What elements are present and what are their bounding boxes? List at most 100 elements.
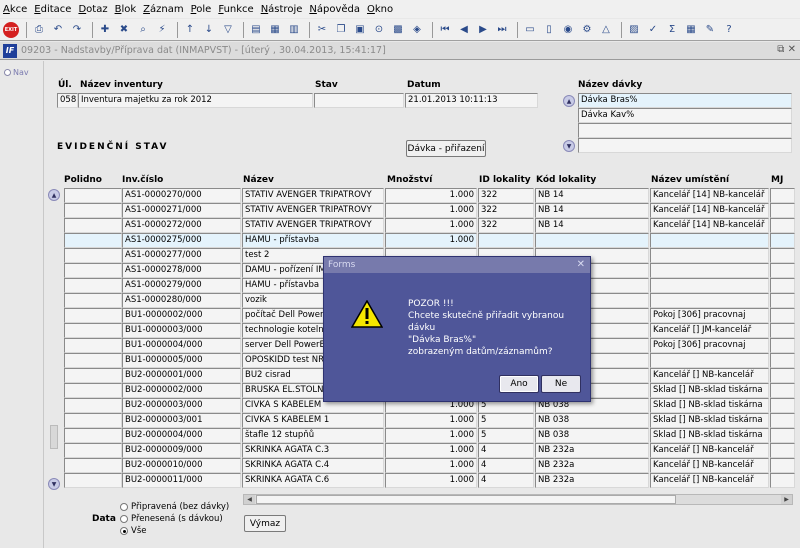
- cell-id-lokality[interactable]: 4: [478, 443, 534, 458]
- cell-polidno[interactable]: [64, 308, 122, 323]
- cell-nazev[interactable]: HAMU - přístavba: [242, 233, 384, 248]
- export-icon[interactable]: ▦: [267, 22, 283, 38]
- cell-inv[interactable]: BU2-0000001/000: [122, 368, 241, 383]
- vymaz-button[interactable]: Výmaz: [244, 515, 286, 532]
- cell-mj[interactable]: [770, 368, 795, 383]
- table-scroll-up-icon[interactable]: ▲: [48, 189, 60, 201]
- cell-inv[interactable]: BU2-0000003/000: [122, 398, 241, 413]
- menu-funkce[interactable]: Funkce: [218, 4, 253, 15]
- cell-umisteni[interactable]: Kancelář [14] NB-kancelář: [650, 188, 769, 203]
- ul-field[interactable]: 058: [57, 93, 78, 108]
- cell-nazev[interactable]: SKRINKA AGATA C.4: [242, 458, 384, 473]
- print-icon[interactable]: ▤: [248, 22, 264, 38]
- cell-mnozstvi[interactable]: 1.000: [385, 233, 477, 248]
- cell-id-lokality[interactable]: 4: [478, 473, 534, 488]
- cell-polidno[interactable]: [64, 278, 122, 293]
- menu-nastroje[interactable]: Nástroje: [261, 4, 303, 15]
- table-scroll-down-icon[interactable]: ▼: [48, 478, 60, 490]
- radio-pripravena[interactable]: Připravená (bez dávky): [120, 502, 229, 512]
- pencil-icon[interactable]: ✎: [702, 22, 718, 38]
- table-hscroll[interactable]: ◀ ▶: [243, 494, 793, 505]
- menu-napoveda[interactable]: Nápověda: [309, 4, 360, 15]
- menu-okno[interactable]: Okno: [367, 4, 393, 15]
- cell-polidno[interactable]: [64, 218, 122, 233]
- cell-kod-lokality[interactable]: NB 14: [535, 218, 649, 233]
- davky-scroll-up-icon[interactable]: ▲: [563, 95, 575, 107]
- cell-inv[interactable]: AS1-0000270/000: [122, 188, 241, 203]
- davka-item[interactable]: Dávka Kav%: [578, 108, 792, 123]
- cell-mj[interactable]: [770, 293, 795, 308]
- cell-mj[interactable]: [770, 248, 795, 263]
- cell-umisteni[interactable]: Sklad [] NB-sklad tiskárna: [650, 398, 769, 413]
- cell-umisteni[interactable]: [650, 278, 769, 293]
- last-record-icon[interactable]: ⏭: [494, 22, 510, 38]
- cell-polidno[interactable]: [64, 338, 122, 353]
- enter-query-icon[interactable]: ⌕: [135, 22, 151, 38]
- cell-polidno[interactable]: [64, 383, 122, 398]
- cell-umisteni[interactable]: Kancelář [] NB-kancelář: [650, 443, 769, 458]
- cell-mnozstvi[interactable]: 1.000: [385, 458, 477, 473]
- check-icon[interactable]: ✓: [645, 22, 661, 38]
- cell-kod-lokality[interactable]: [535, 233, 649, 248]
- cell-id-lokality[interactable]: 322: [478, 203, 534, 218]
- cell-inv[interactable]: BU1-0000003/000: [122, 323, 241, 338]
- cell-umisteni[interactable]: [650, 293, 769, 308]
- grid-icon[interactable]: ▦: [683, 22, 699, 38]
- cell-mj[interactable]: [770, 308, 795, 323]
- dialog-close-icon[interactable]: ✕: [577, 257, 585, 273]
- cell-umisteni[interactable]: Pokoj [306] pracovnaj: [650, 308, 769, 323]
- filter-icon[interactable]: ▽: [220, 22, 236, 38]
- cell-polidno[interactable]: [64, 203, 122, 218]
- cell-inv[interactable]: BU2-0000010/000: [122, 458, 241, 473]
- warning-icon[interactable]: △: [598, 22, 614, 38]
- cell-inv[interactable]: BU2-0000003/001: [122, 413, 241, 428]
- cell-polidno[interactable]: [64, 368, 122, 383]
- cell-polidno[interactable]: [64, 458, 122, 473]
- cell-kod-lokality[interactable]: NB 14: [535, 188, 649, 203]
- cell-polidno[interactable]: [64, 263, 122, 278]
- sort-asc-icon[interactable]: ↑: [182, 22, 198, 38]
- davka-item[interactable]: [578, 123, 792, 138]
- prev-record-icon[interactable]: ◀: [456, 22, 472, 38]
- cell-mj[interactable]: [770, 278, 795, 293]
- cell-mj[interactable]: [770, 263, 795, 278]
- find-icon[interactable]: ⊙: [371, 22, 387, 38]
- paste-icon[interactable]: ▣: [352, 22, 368, 38]
- cell-polidno[interactable]: [64, 398, 122, 413]
- cell-mj[interactable]: [770, 428, 795, 443]
- cell-polidno[interactable]: [64, 428, 122, 443]
- sort-desc-icon[interactable]: ↓: [201, 22, 217, 38]
- save-icon[interactable]: ⎙: [31, 22, 47, 38]
- calendar-icon[interactable]: ▩: [390, 22, 406, 38]
- cell-mnozstvi[interactable]: 1.000: [385, 218, 477, 233]
- davka-assign-button[interactable]: Dávka - přiřazení: [406, 140, 486, 157]
- cell-mnozstvi[interactable]: 1.000: [385, 428, 477, 443]
- cell-mj[interactable]: [770, 338, 795, 353]
- globe-icon[interactable]: ◉: [560, 22, 576, 38]
- cell-umisteni[interactable]: Kancelář [] NB-kancelář: [650, 458, 769, 473]
- menu-dotaz[interactable]: Dotaz: [78, 4, 107, 15]
- zoom-icon[interactable]: ◈: [409, 22, 425, 38]
- new-record-icon[interactable]: ✚: [97, 22, 113, 38]
- cell-polidno[interactable]: [64, 323, 122, 338]
- menu-akce[interactable]: Akce: [3, 4, 27, 15]
- cell-kod-lokality[interactable]: NB 038: [535, 428, 649, 443]
- dialog-no-button[interactable]: Ne: [541, 375, 581, 393]
- cell-mnozstvi[interactable]: 1.000: [385, 473, 477, 488]
- cell-umisteni[interactable]: [650, 233, 769, 248]
- cell-umisteni[interactable]: Kancelář [14] NB-kancelář: [650, 203, 769, 218]
- cell-mj[interactable]: [770, 323, 795, 338]
- cell-inv[interactable]: BU2-0000011/000: [122, 473, 241, 488]
- cell-nazev[interactable]: CIVKA S KABELEM 1: [242, 413, 384, 428]
- report-icon[interactable]: ▥: [286, 22, 302, 38]
- cell-mj[interactable]: [770, 218, 795, 233]
- cell-inv[interactable]: AS1-0000271/000: [122, 203, 241, 218]
- cell-id-lokality[interactable]: 322: [478, 218, 534, 233]
- cell-inv[interactable]: AS1-0000277/000: [122, 248, 241, 263]
- dialog-yes-button[interactable]: Ano: [499, 375, 539, 393]
- cell-mnozstvi[interactable]: 1.000: [385, 203, 477, 218]
- datum-field[interactable]: 21.01.2013 10:11:13: [405, 93, 538, 108]
- cell-mj[interactable]: [770, 443, 795, 458]
- cell-nazev[interactable]: STATIV AVENGER TRIPATROVY: [242, 188, 384, 203]
- cell-nazev[interactable]: SKRINKA AGATA C.3: [242, 443, 384, 458]
